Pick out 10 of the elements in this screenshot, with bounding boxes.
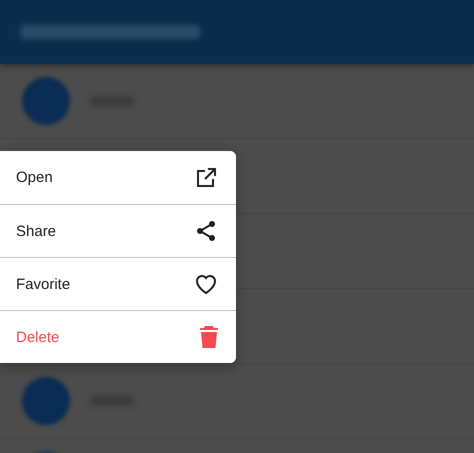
trash-icon bbox=[200, 326, 218, 348]
menu-item[interactable]: Open bbox=[0, 151, 236, 204]
menu-item[interactable]: Delete bbox=[0, 310, 236, 363]
share-icon bbox=[194, 219, 218, 243]
menu-item[interactable]: Share bbox=[0, 204, 236, 257]
menu-item[interactable]: Favorite bbox=[0, 257, 236, 310]
external-link-icon bbox=[194, 166, 218, 190]
avatar bbox=[22, 77, 70, 125]
heart-icon bbox=[194, 273, 218, 295]
avatar bbox=[22, 377, 70, 425]
